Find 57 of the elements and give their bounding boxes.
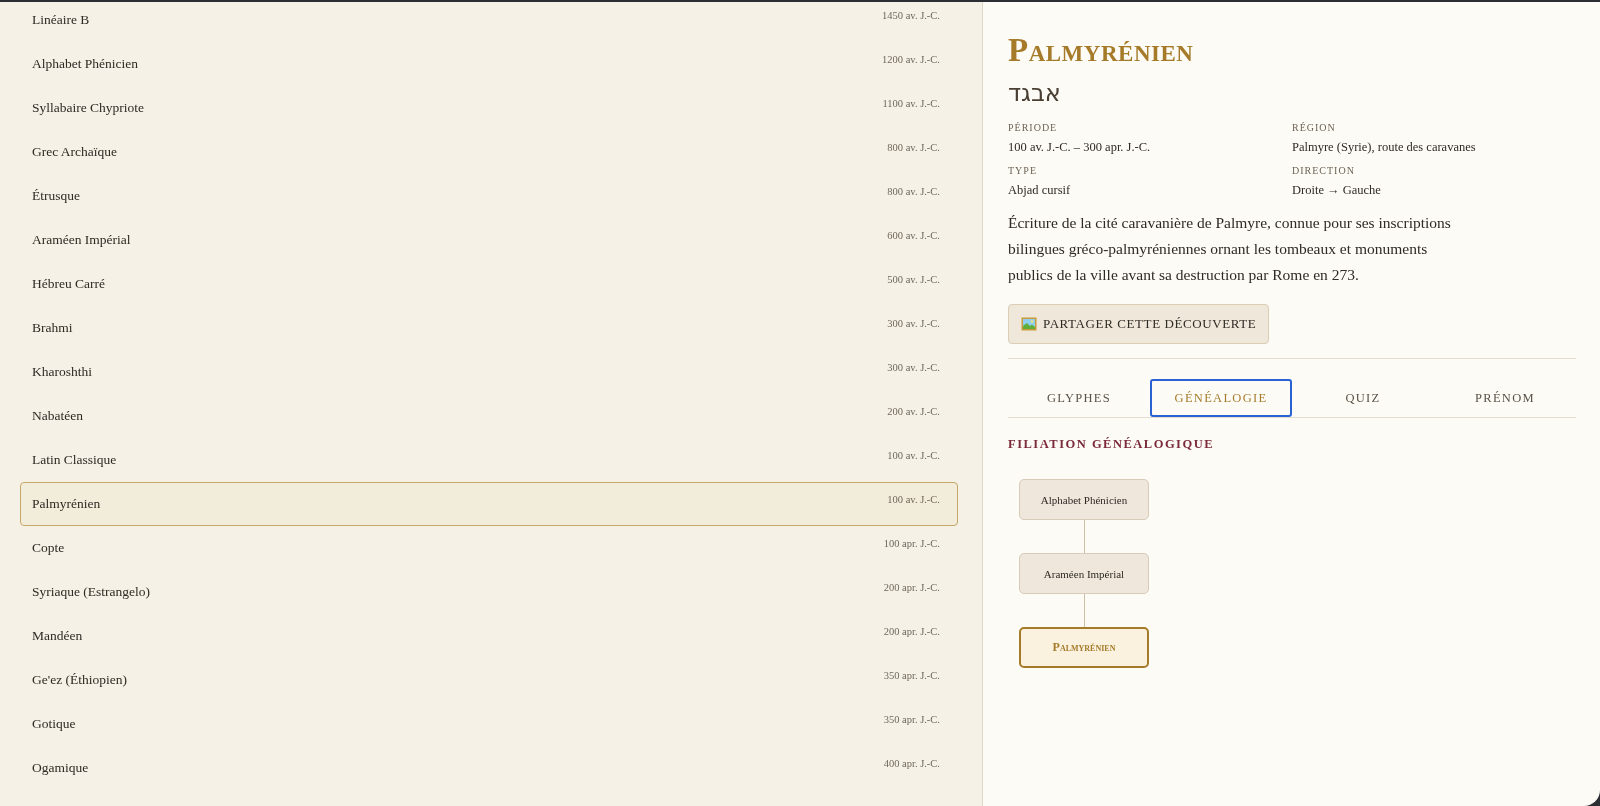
date-label: 800 av. J.-C.	[887, 186, 940, 197]
script-list-item[interactable]: Étrusque 800 av. J.-C.	[20, 174, 958, 218]
fact-label: DIRECTION	[1292, 165, 1356, 176]
script-list-item[interactable]: Latin Classique 100 av. J.-C.	[20, 438, 958, 482]
script-list-item[interactable]: Hébreu Carré 500 av. J.-C.	[20, 262, 958, 306]
tab[interactable]: GÉNÉALOGIE	[1150, 379, 1292, 417]
script-list-item[interactable]: Grec Archaïque 800 av. J.-C.	[20, 130, 958, 174]
date-label: 500 av. J.-C.	[887, 274, 940, 285]
date-label: 300 av. J.-C.	[887, 362, 940, 373]
script-list-item[interactable]: Nabatéen 200 av. J.-C.	[20, 394, 958, 438]
date-label: 400 apr. J.-C.	[883, 758, 940, 769]
script-list-item[interactable]: Kharoshthi 300 av. J.-C.	[20, 350, 958, 394]
script-list-item[interactable]: Ge'ez (Éthiopien) 350 apr. J.-C.	[20, 658, 958, 702]
date-label: 100 av. J.-C.	[887, 450, 940, 461]
lineage-node[interactable]: Palmyrénien	[1019, 627, 1149, 668]
script-list-item[interactable]: Syriaque (Estrangelo) 200 apr. J.-C.	[20, 570, 958, 614]
date-label: 350 apr. J.-C.	[883, 714, 940, 725]
glyph-sample: אבגד	[1008, 78, 1061, 108]
date-label: 800 av. J.-C.	[887, 142, 940, 153]
fact-value: 100 av. J.-C. – 300 apr. J.-C.	[1008, 140, 1152, 155]
date-label: 200 apr. J.-C.	[883, 626, 940, 637]
script-list-item[interactable]: Palmyrénien 100 av. J.-C.	[20, 482, 958, 526]
script-list-item[interactable]: Copte 100 apr. J.-C.	[20, 526, 958, 570]
script-list-item[interactable]: Ogamique 400 apr. J.-C.	[20, 746, 958, 790]
fact-value: Droite → Gauche	[1292, 183, 1382, 198]
tab[interactable]: GLYPHES	[1008, 379, 1150, 417]
tab[interactable]: PRÉNOM	[1434, 379, 1576, 417]
fact-label: PÉRIODE	[1008, 122, 1059, 133]
section-heading: FILIATION GÉNÉALOGIQUE	[1008, 437, 1216, 452]
fact-label: TYPE	[1008, 165, 1038, 176]
date-label: 200 apr. J.-C.	[883, 582, 940, 593]
script-title: Palmyrénien	[1008, 31, 1195, 70]
fact-label: RÉGION	[1292, 122, 1337, 133]
lineage-node[interactable]: Alphabet Phénicien	[1019, 479, 1149, 520]
script-list-item[interactable]: Mandéen 200 apr. J.-C.	[20, 614, 958, 658]
script-list-item[interactable]: Brahmi 300 av. J.-C.	[20, 306, 958, 350]
lineage-node[interactable]: Araméen Impérial	[1019, 553, 1149, 594]
date-label: 1450 av. J.-C.	[882, 10, 940, 21]
tab[interactable]: QUIZ	[1292, 379, 1434, 417]
date-label: 300 av. J.-C.	[887, 318, 940, 329]
script-list-item[interactable]: Syllabaire Chypriote 1100 av. J.-C.	[20, 86, 958, 130]
script-list-item[interactable]: Gotique 350 apr. J.-C.	[20, 702, 958, 746]
share-button[interactable]: PARTAGER CETTE DÉCOUVERTE	[1008, 304, 1270, 344]
script-list-item[interactable]: Araméen Impérial 600 av. J.-C.	[20, 218, 958, 262]
fact-value: Palmyre (Syrie), route des caravanes	[1292, 140, 1477, 155]
script-list-item[interactable]: Alphabet Phénicien 1200 av. J.-C.	[20, 42, 958, 86]
date-label: 350 apr. J.-C.	[883, 670, 940, 681]
date-label: 1100 av. J.-C.	[882, 98, 940, 109]
date-label: 1200 av. J.-C.	[882, 54, 940, 65]
date-label: 100 apr. J.-C.	[883, 538, 940, 549]
date-label: 100 av. J.-C.	[887, 494, 940, 505]
fact-value: Abjad cursif	[1008, 183, 1072, 198]
date-label: 600 av. J.-C.	[887, 230, 940, 241]
framed-picture-icon	[1021, 316, 1037, 332]
script-list-item[interactable]: Linéaire B 1450 av. J.-C.	[20, 2, 958, 42]
description-text: Écriture de la cité caravanière de Palmyre, connue pour ses inscriptions bilingues gréco-palmyréniennes ornant les tombeaux et monuments publics de la ville avant sa destruction par Rome en 273.	[1008, 213, 1452, 285]
date-label: 200 av. J.-C.	[887, 406, 940, 417]
